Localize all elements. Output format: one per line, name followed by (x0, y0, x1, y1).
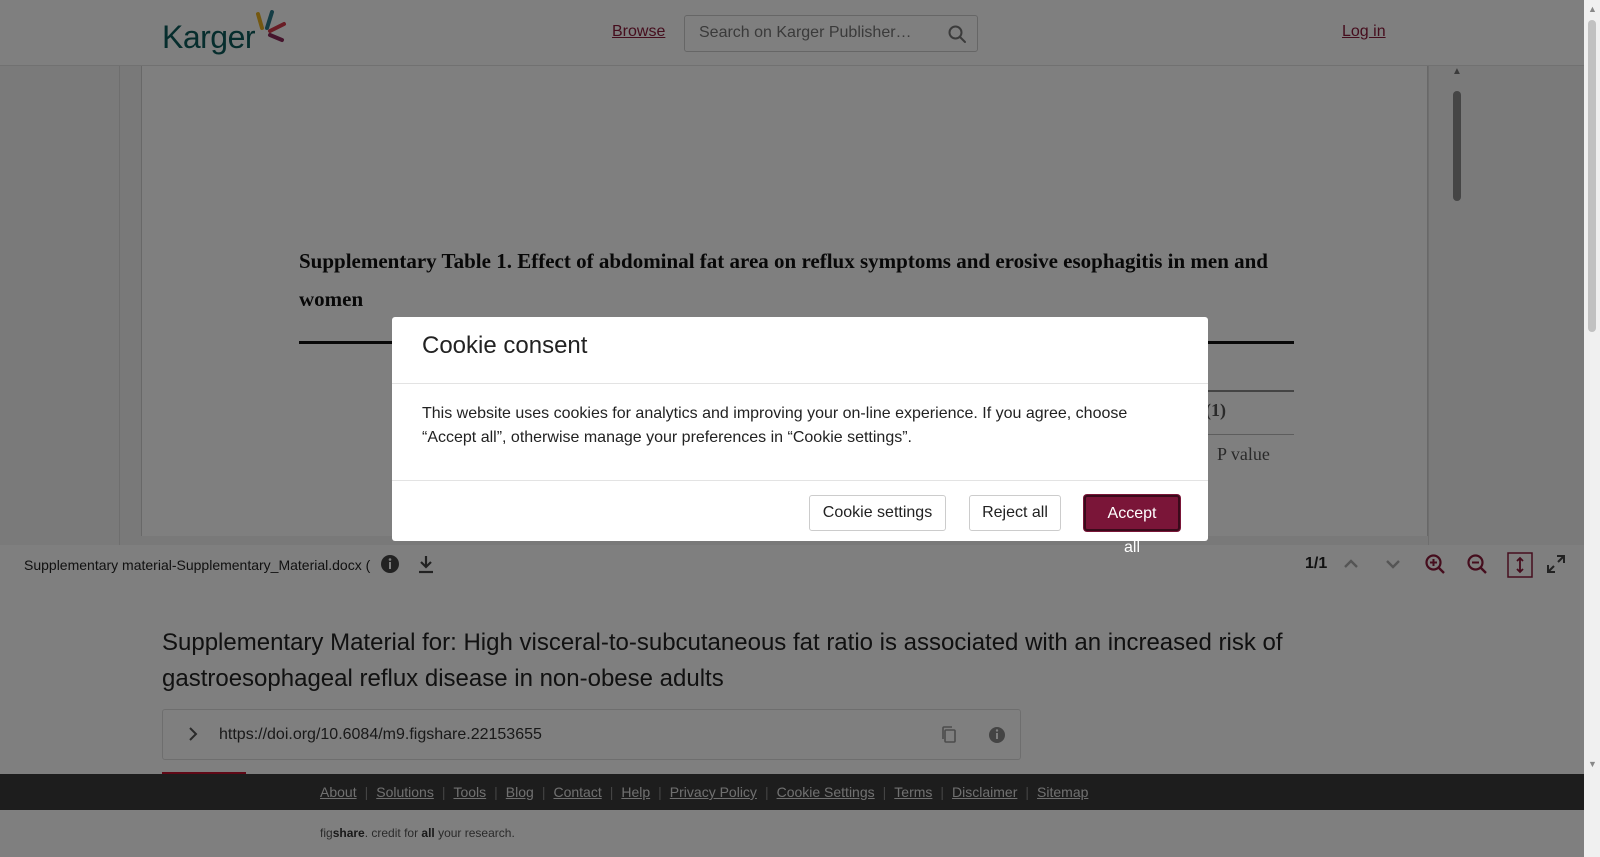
cookie-consent-dialog: Cookie consent This website uses cookies… (392, 317, 1208, 556)
page-scrollbar[interactable]: ▲ ▼ (1584, 0, 1600, 857)
dialog-header: Cookie consent (392, 317, 1208, 384)
dialog-footer: Cookie settings Reject all Accept all (392, 480, 1208, 556)
reject-all-button[interactable]: Reject all (969, 495, 1061, 531)
page-scroll-down-icon[interactable]: ▼ (1588, 759, 1597, 769)
accept-all-button[interactable]: Accept all (1084, 495, 1180, 556)
page-scroll-up-icon[interactable]: ▲ (1588, 4, 1597, 14)
dialog-body: This website uses cookies for analytics … (422, 405, 1128, 446)
page-scroll-thumb[interactable] (1588, 20, 1596, 332)
dialog-title: Cookie consent (422, 332, 588, 359)
cookie-settings-button[interactable]: Cookie settings (809, 495, 946, 531)
